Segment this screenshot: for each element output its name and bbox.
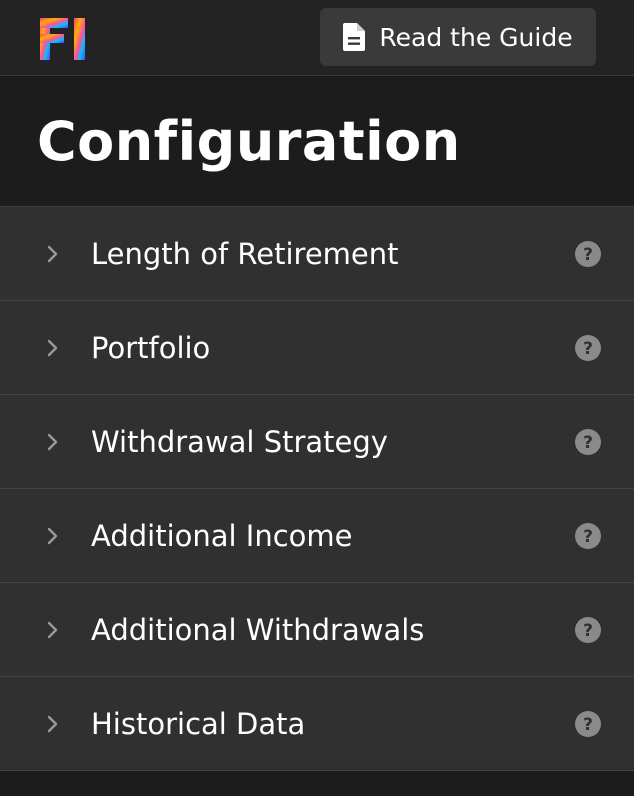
svg-text:?: ? (583, 245, 593, 265)
chevron-right-icon (47, 433, 58, 450)
read-the-guide-button[interactable]: Read the Guide (320, 8, 596, 66)
guide-button-label: Read the Guide (379, 22, 573, 52)
section-historical-data[interactable]: Historical Data ? (0, 677, 634, 771)
section-label: Historical Data (91, 706, 306, 741)
app-window: Read the Guide Configuration Length of R… (0, 0, 634, 796)
section-label: Additional Income (91, 518, 353, 553)
svg-text:?: ? (583, 527, 593, 547)
section-label: Withdrawal Strategy (91, 424, 388, 459)
section-label: Length of Retirement (91, 236, 399, 271)
configuration-sections: Length of Retirement ? Portfolio ? Withd… (0, 206, 634, 771)
section-length-of-retirement[interactable]: Length of Retirement ? (0, 207, 634, 301)
help-circle-icon[interactable]: ? (575, 240, 601, 267)
help-circle-icon[interactable]: ? (575, 616, 601, 643)
page-header: Configuration (0, 76, 634, 206)
section-label: Portfolio (91, 330, 211, 365)
svg-text:?: ? (583, 621, 593, 641)
chevron-right-icon (47, 621, 58, 638)
section-portfolio[interactable]: Portfolio ? (0, 301, 634, 395)
section-withdrawal-strategy[interactable]: Withdrawal Strategy ? (0, 395, 634, 489)
help-circle-icon[interactable]: ? (575, 334, 601, 361)
page-title: Configuration (37, 109, 461, 173)
footer-strip (0, 771, 634, 796)
help-circle-icon[interactable]: ? (575, 522, 601, 549)
section-additional-withdrawals[interactable]: Additional Withdrawals ? (0, 583, 634, 677)
help-circle-icon[interactable]: ? (575, 428, 601, 455)
chevron-right-icon (47, 527, 58, 544)
fi-logo[interactable] (40, 18, 92, 60)
help-circle-icon[interactable]: ? (575, 710, 601, 737)
svg-text:?: ? (583, 433, 593, 453)
svg-text:?: ? (583, 715, 593, 735)
section-additional-income[interactable]: Additional Income ? (0, 489, 634, 583)
chevron-right-icon (47, 339, 58, 356)
chevron-right-icon (47, 715, 58, 732)
top-bar: Read the Guide (0, 0, 634, 76)
section-label: Additional Withdrawals (91, 612, 425, 647)
document-icon (343, 23, 366, 51)
chevron-right-icon (47, 245, 58, 262)
svg-text:?: ? (583, 339, 593, 359)
